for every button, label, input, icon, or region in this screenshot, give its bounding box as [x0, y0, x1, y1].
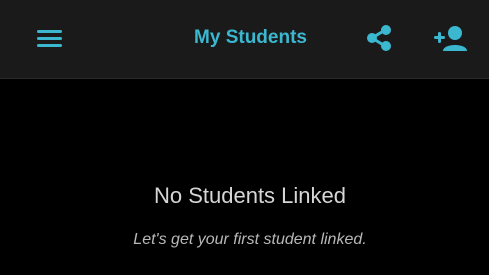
my-students-screen: My Students No Students Linked Let's get… [0, 0, 489, 275]
add-student-button[interactable] [427, 16, 471, 60]
navigation-bar: My Students [0, 0, 489, 79]
share-icon [367, 25, 391, 51]
empty-state-title: No Students Linked [153, 183, 347, 208]
page-title: My Students [194, 27, 307, 48]
share-button[interactable] [357, 16, 401, 60]
empty-state-subtitle: Let's get your first student linked. [133, 231, 367, 248]
add-student-icon [434, 26, 467, 51]
